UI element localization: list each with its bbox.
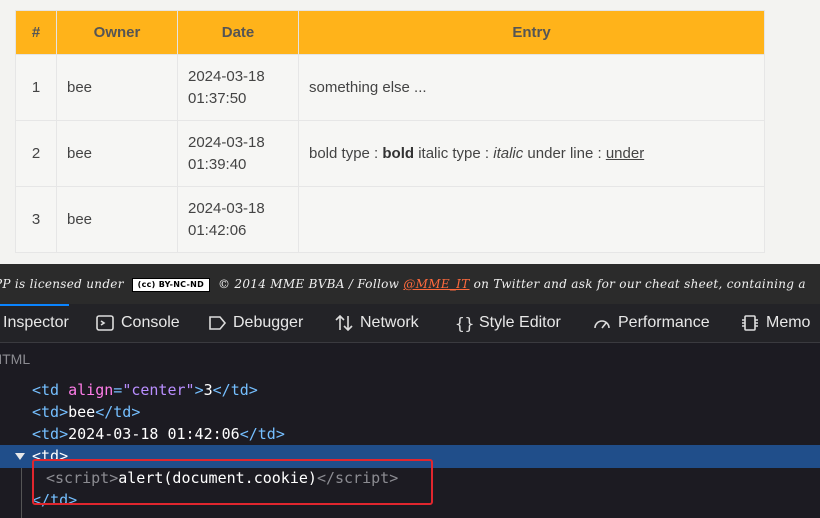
row-number: 2 <box>15 120 57 187</box>
highlight-annotation-box <box>32 459 433 505</box>
table-row: 1 bee 2024-03-18 01:37:50 something else… <box>15 54 765 121</box>
tab-console[interactable]: Console <box>95 304 180 342</box>
row-date-time: 01:39:40 <box>188 155 247 173</box>
tab-label: Performance <box>618 314 710 331</box>
tab-label: Console <box>121 314 180 331</box>
header-date: Date <box>177 10 299 55</box>
tab-style-editor[interactable]: {} Style Editor <box>453 304 561 342</box>
header-owner: Owner <box>56 10 178 55</box>
tab-network[interactable]: Network <box>334 304 419 342</box>
table-row: 2 bee 2024-03-18 01:39:40 bold type : bo… <box>15 120 765 187</box>
tab-label: Inspector <box>3 314 69 331</box>
row-owner: bee <box>56 54 178 121</box>
footer-copyright: © 2014 MME BVBA / Follow <box>217 277 400 291</box>
row-date-time: 01:37:50 <box>188 89 247 107</box>
footer-suffix: on Twitter and ask for our cheat sheet, … <box>473 277 806 291</box>
row-date-time: 01:42:06 <box>188 221 247 239</box>
svg-text:{}: {} <box>455 314 473 333</box>
row-date-day: 2024-03-18 <box>188 67 265 85</box>
markup-node[interactable]: <td>2024-03-18 01:42:06</td> <box>32 423 285 445</box>
markup-view: HTML <td align="center">3</td> <td>bee</… <box>0 343 820 518</box>
row-date-day: 2024-03-18 <box>188 199 265 217</box>
entry-italic-text: italic <box>493 144 524 162</box>
row-date-day: 2024-03-18 <box>188 133 265 151</box>
row-owner: bee <box>56 120 178 187</box>
tab-performance[interactable]: Performance <box>592 304 710 342</box>
row-date: 2024-03-18 01:42:06 <box>177 186 299 253</box>
style-editor-icon: {} <box>453 313 473 333</box>
breadcrumb: HTML <box>0 351 31 367</box>
debugger-icon <box>207 313 227 333</box>
performance-icon <box>592 313 612 333</box>
entry-underline-text: under <box>605 144 645 162</box>
footer-license-text: PP is licensed under <box>0 277 124 291</box>
row-number: 3 <box>15 186 57 253</box>
table-row: 3 bee 2024-03-18 01:42:06 <box>15 186 765 253</box>
tab-memory[interactable]: Memo <box>740 304 810 342</box>
header-entry: Entry <box>298 10 765 55</box>
entries-table: # Owner Date Entry 1 bee 2024-03-18 01:3… <box>15 10 765 253</box>
tab-inspector[interactable]: Inspector <box>0 304 69 342</box>
header-number: # <box>15 10 57 55</box>
entry-bold-text: bold <box>382 144 415 162</box>
row-date: 2024-03-18 01:37:50 <box>177 54 299 121</box>
row-number: 1 <box>15 54 57 121</box>
tab-label: Style Editor <box>479 314 561 331</box>
expand-toggle-icon[interactable] <box>15 453 25 460</box>
indent-guide <box>21 468 22 518</box>
entry-text: bold type : <box>309 144 383 162</box>
markup-node[interactable]: <td align="center">3</td> <box>32 379 258 401</box>
network-icon <box>334 313 354 333</box>
table-header-row: # Owner Date Entry <box>15 10 765 55</box>
row-date: 2024-03-18 01:39:40 <box>177 120 299 187</box>
row-entry: something else ... <box>298 54 765 121</box>
entry-text: italic type : <box>414 144 494 162</box>
entry-text: under line : <box>523 144 606 162</box>
tab-label: Memo <box>766 314 811 331</box>
tab-debugger[interactable]: Debugger <box>207 304 303 342</box>
cc-license-badge[interactable]: (cc) BY-NC-ND <box>131 277 210 292</box>
row-entry: bold type : bold italic type : italic un… <box>298 120 765 187</box>
memory-icon <box>740 313 760 333</box>
row-owner: bee <box>56 186 178 253</box>
devtools-toolbar: Inspector Console Debugger Network {} St… <box>0 304 820 343</box>
site-footer: PP is licensed under (cc) BY-NC-ND © 201… <box>0 264 820 304</box>
page-content: # Owner Date Entry 1 bee 2024-03-18 01:3… <box>0 0 820 264</box>
twitter-link[interactable]: @MME_IT <box>403 277 469 291</box>
tab-label: Network <box>360 314 419 331</box>
row-entry <box>298 186 765 253</box>
markup-node[interactable]: <td>bee</td> <box>32 401 140 423</box>
tab-label: Debugger <box>233 314 304 331</box>
console-icon <box>95 313 115 333</box>
